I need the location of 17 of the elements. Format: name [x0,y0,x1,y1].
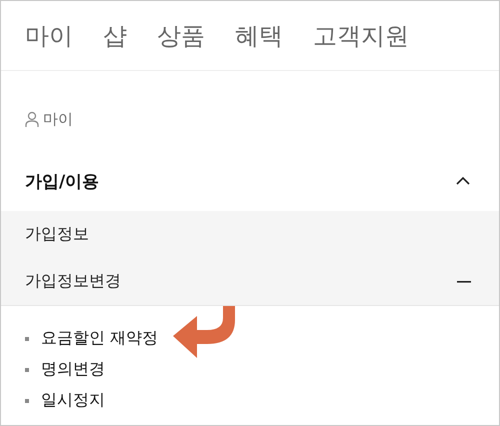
nav-tab[interactable]: 샵 [103,20,127,52]
menu-item[interactable]: 가입정보 [1,211,499,258]
submenu-link[interactable]: 요금할인 재약정 [41,328,158,349]
bullet-icon [25,368,29,372]
person-icon [25,111,39,127]
submenu-link[interactable]: 명의변경 [41,359,105,380]
chevron-up-icon[interactable] [455,176,471,186]
bullet-icon [25,336,29,340]
nav-tab[interactable]: 마이 [25,20,73,52]
bullet-icon [25,398,29,402]
nav-tab[interactable]: 혜택 [235,20,283,52]
submenu-link[interactable]: 일시정지 [41,390,105,411]
section-title[interactable]: 가입/이용 [25,170,100,192]
nav-tab[interactable]: 고객지원 [313,20,409,52]
breadcrumb-label[interactable]: 마이 [43,110,73,128]
nav-tab[interactable]: 상품 [157,20,205,52]
menu-item[interactable]: 가입정보변경 [1,258,499,305]
